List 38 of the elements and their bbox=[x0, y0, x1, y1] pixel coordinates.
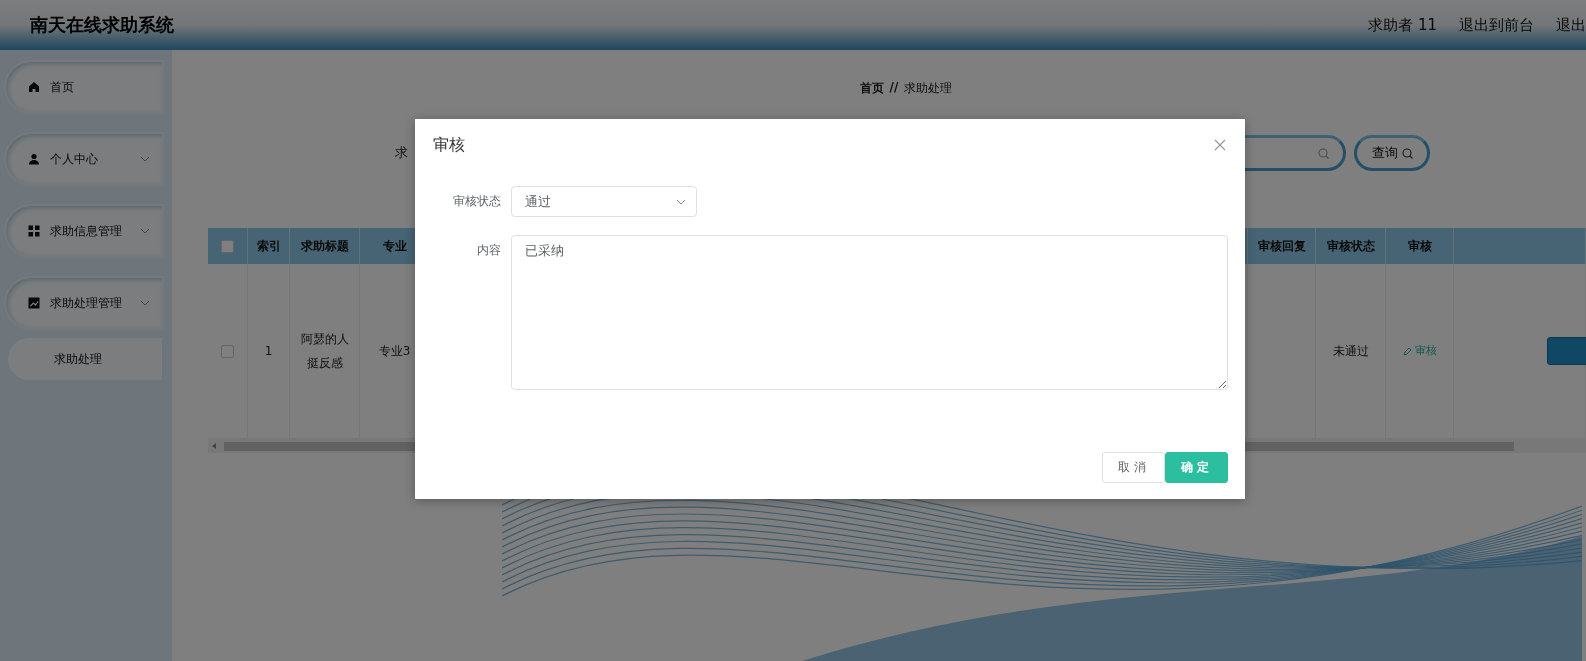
breadcrumb-item[interactable]: 首页 bbox=[859, 80, 884, 97]
column-header: 审核回复 bbox=[1248, 228, 1316, 264]
home-icon bbox=[28, 81, 40, 93]
header-link[interactable]: 求助者 11 bbox=[1368, 15, 1437, 35]
sidebar-item[interactable]: 求助信息管理 bbox=[6, 206, 162, 256]
app-title: 南天在线求助系统 bbox=[30, 13, 174, 37]
checkbox[interactable] bbox=[221, 344, 234, 358]
cancel-button[interactable]: 取消 bbox=[1102, 452, 1165, 483]
close-button[interactable] bbox=[1214, 138, 1228, 153]
status-select[interactable]: 通过 bbox=[511, 186, 697, 217]
search-icon bbox=[1401, 147, 1413, 159]
column-header: 索引 bbox=[248, 228, 290, 264]
scroll-left-icon[interactable] bbox=[212, 443, 216, 449]
dialog-title: 审核 bbox=[433, 135, 465, 156]
action-button[interactable] bbox=[1547, 337, 1586, 365]
sidebar-item[interactable]: 首页 bbox=[6, 62, 162, 112]
chart-icon bbox=[28, 297, 40, 309]
search-icon bbox=[1318, 147, 1329, 159]
field-label: 审核状态 bbox=[452, 193, 501, 210]
header-link[interactable]: 退出到前台 bbox=[1459, 15, 1534, 35]
field-label: 内容 bbox=[475, 242, 501, 259]
sidebar-item[interactable]: 求助处理管理 bbox=[6, 278, 162, 328]
column-header: 审核 bbox=[1386, 228, 1454, 264]
search-label: 求 bbox=[395, 144, 408, 162]
user-icon bbox=[28, 153, 40, 165]
content-field[interactable]: 已采纳 bbox=[510, 235, 1228, 390]
search-button[interactable]: 查询 bbox=[1354, 135, 1430, 171]
grid-icon bbox=[28, 225, 40, 237]
sidebar-item[interactable]: 个人中心 bbox=[6, 134, 162, 184]
sidebar-subitem[interactable]: 求助处理 bbox=[8, 338, 162, 380]
chevron-down-icon bbox=[676, 198, 686, 205]
breadcrumb-separator: // bbox=[889, 80, 899, 96]
checkbox[interactable] bbox=[221, 239, 234, 253]
column-header: 求助标题 bbox=[290, 228, 360, 264]
header-link[interactable]: 退出 bbox=[1556, 15, 1586, 35]
column-header: 审核状态 bbox=[1316, 228, 1386, 264]
breadcrumb-item: 求助处理 bbox=[904, 80, 953, 97]
pencil-icon bbox=[1402, 346, 1412, 356]
